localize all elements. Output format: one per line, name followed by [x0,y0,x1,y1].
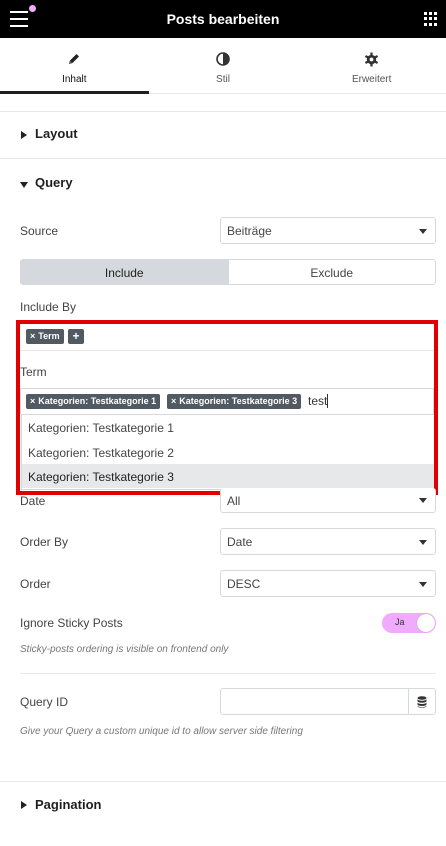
editor-header: Posts bearbeiten [0,0,446,38]
half-circle-icon [149,50,298,68]
sticky-posts-description: Sticky-posts ordering is visible on fron… [20,644,229,655]
dynamic-tags-button[interactable] [408,689,435,714]
section-query-title: Query [35,175,73,190]
date-select-value: All [227,494,241,508]
panel-title: Posts bearbeiten [166,11,280,27]
query-id-field[interactable] [220,688,436,715]
widgets-grid-icon[interactable] [424,12,438,26]
sticky-posts-label: Ignore Sticky Posts [20,616,123,630]
exclude-button[interactable]: Exclude [227,260,436,284]
chevron-down-icon [419,540,427,545]
toggle-label: Ja [395,617,405,627]
section-layout-title: Layout [35,126,78,141]
section-layout[interactable]: Layout [0,111,446,159]
source-select[interactable]: Beiträge [220,217,436,244]
order-select[interactable]: DESC [220,570,436,597]
order-select-value: DESC [227,577,261,591]
chevron-down-icon [419,582,427,587]
query-id-description: Give your Query a custom unique id to al… [20,726,303,737]
source-label: Source [20,224,59,238]
panel-tabs: Inhalt Stil Erweitert [0,38,446,94]
tab-style-label: Stil [216,74,230,85]
order-by-select[interactable]: Date [220,528,436,555]
pencil-icon [0,50,149,68]
query-id-label: Query ID [20,695,69,709]
tab-content[interactable]: Inhalt [0,38,149,94]
date-label: Date [20,494,46,508]
caret-right-icon [21,131,27,139]
caret-down-icon [20,182,28,188]
order-label: Order [20,577,51,591]
sticky-posts-toggle[interactable]: Ja [382,613,436,633]
database-icon [417,695,427,708]
include-by-label: Include By [20,300,77,314]
divider [0,111,446,112]
include-exclude-switch: Include Exclude [20,259,436,285]
divider [20,673,436,674]
chevron-down-icon [419,498,427,503]
order-by-select-value: Date [227,535,253,549]
gear-icon [297,50,446,68]
include-button[interactable]: Include [21,260,228,284]
section-query[interactable]: Query [0,160,446,208]
chevron-down-icon [419,229,427,234]
order-by-label: Order By [20,535,69,549]
tab-content-label: Inhalt [62,74,87,85]
caret-right-icon [21,801,27,809]
tab-style[interactable]: Stil [149,38,298,93]
toggle-knob [417,614,435,632]
section-pagination[interactable]: Pagination [0,782,446,830]
date-select[interactable]: All [220,488,436,513]
highlight-frame [16,320,438,495]
tab-advanced-label: Erweitert [351,74,392,85]
source-select-value: Beiträge [227,224,272,238]
tab-advanced[interactable]: Erweitert [297,38,446,93]
section-pagination-title: Pagination [35,797,102,812]
